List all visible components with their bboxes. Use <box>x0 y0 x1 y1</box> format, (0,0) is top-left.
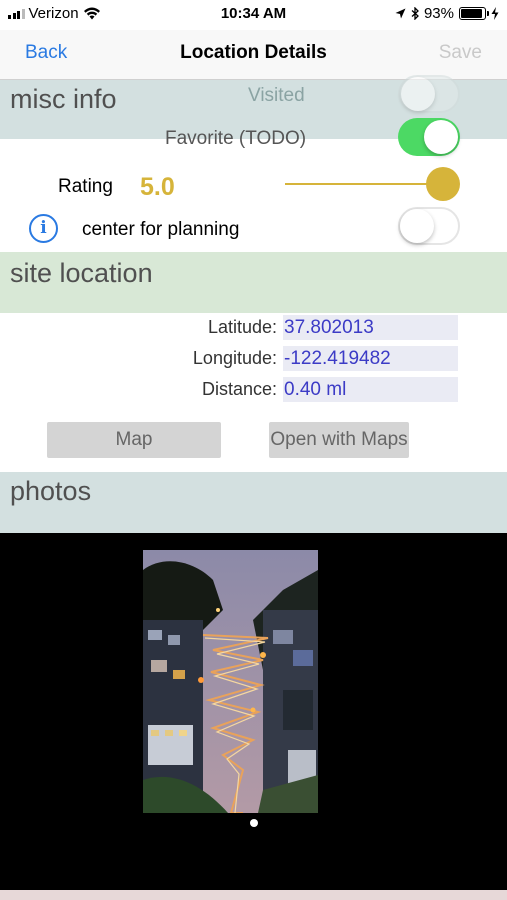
open-with-maps-button[interactable]: Open with Maps <box>269 422 409 458</box>
rating-slider[interactable] <box>285 165 460 203</box>
page-indicator-dot[interactable] <box>250 819 258 827</box>
longitude-field[interactable]: -122.419482 <box>283 346 458 371</box>
toggle-knob <box>401 77 435 111</box>
map-button[interactable]: Map <box>47 422 221 458</box>
latitude-label: Latitude: <box>207 317 277 337</box>
latitude-field[interactable]: 37.802013 <box>283 315 458 340</box>
rating-value: 5.0 <box>140 173 175 201</box>
photos-header: photos <box>0 472 507 533</box>
location-photo[interactable] <box>143 550 318 813</box>
distance-label: Distance: <box>201 379 277 399</box>
navigation-bar: Back Location Details Save <box>0 30 507 80</box>
slider-thumb[interactable] <box>426 167 460 201</box>
distance-field[interactable]: 0.40 ml <box>283 377 458 402</box>
status-bar: Verizon 10:34 AM 93% <box>0 0 507 30</box>
battery-icon <box>459 7 489 20</box>
favorite-label: Favorite (TODO) <box>165 128 307 149</box>
charging-bolt-icon <box>491 7 499 20</box>
toggle-knob <box>424 120 458 154</box>
center-for-planning-label: center for planning <box>82 219 240 240</box>
bottom-section-edge <box>0 890 507 900</box>
slider-track <box>285 183 443 185</box>
visited-label: Visited <box>248 85 305 106</box>
rating-label: Rating <box>58 176 113 197</box>
favorite-toggle[interactable] <box>398 118 460 156</box>
status-right: 93% <box>395 5 499 22</box>
site-location-header: site location <box>0 252 507 313</box>
longitude-label: Longitude: <box>192 348 277 368</box>
location-arrow-icon <box>395 8 406 19</box>
battery-percent: 93% <box>423 5 454 22</box>
toggle-knob <box>400 209 434 243</box>
page-title: Location Details <box>180 42 327 63</box>
center-for-planning-toggle[interactable] <box>398 207 460 245</box>
photo-carousel[interactable] <box>0 533 507 890</box>
bluetooth-icon <box>411 7 419 20</box>
street-night-illustration <box>143 550 318 813</box>
info-icon[interactable]: i <box>29 214 58 243</box>
save-button[interactable]: Save <box>439 42 482 64</box>
visited-toggle[interactable] <box>398 75 460 113</box>
